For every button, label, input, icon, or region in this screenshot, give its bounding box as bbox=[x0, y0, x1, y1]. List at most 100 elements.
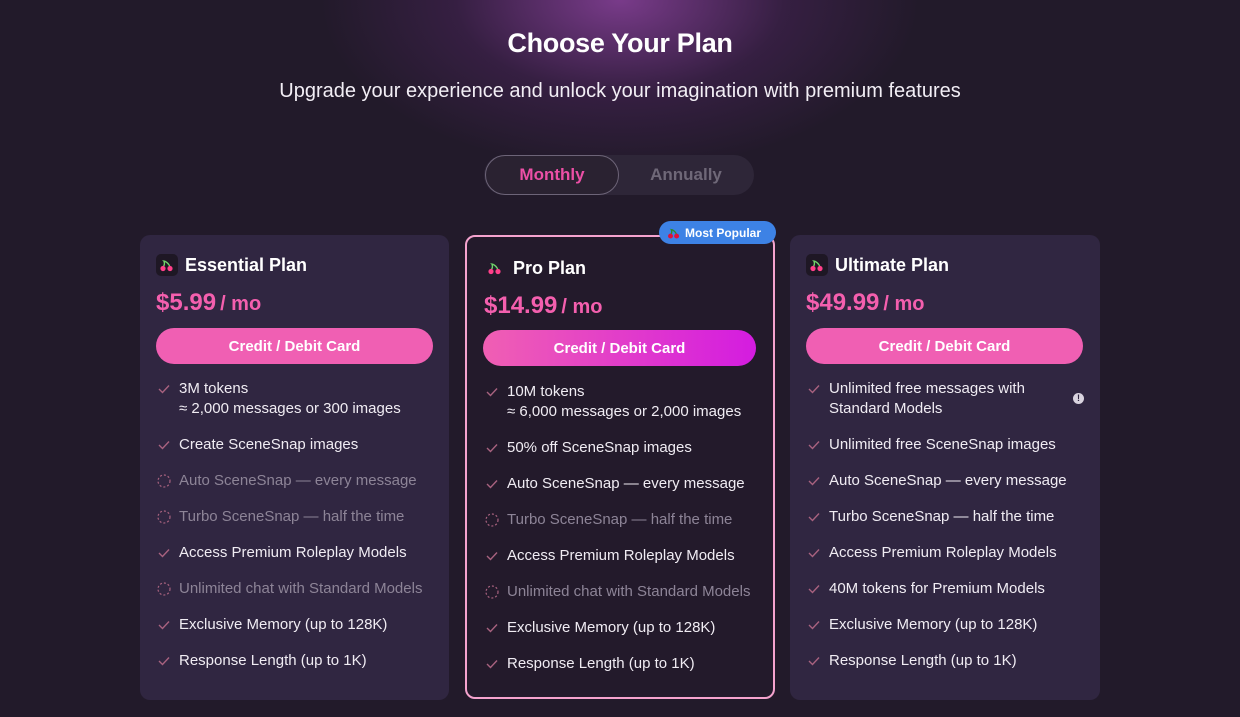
plan-header: Ultimate Plan bbox=[806, 253, 949, 277]
price-amount: $14.99 bbox=[484, 292, 558, 319]
feature-line: Unlimited free messages with bbox=[829, 380, 1025, 397]
feature-item: Access Premium Roleplay Models bbox=[484, 546, 768, 566]
feature-line: Auto SceneSnap — every message bbox=[829, 472, 1067, 489]
cherry-icon bbox=[806, 254, 828, 276]
check-icon bbox=[484, 654, 500, 674]
dashed-circle-icon bbox=[484, 510, 500, 530]
feature-line: Auto SceneSnap — every message bbox=[179, 472, 417, 489]
feature-text: Unlimited chat with Standard Models bbox=[179, 579, 440, 599]
feature-item: Response Length (up to 1K) bbox=[156, 651, 440, 671]
credit-debit-card-button[interactable]: Credit / Debit Card bbox=[806, 328, 1083, 364]
feature-line: 40M tokens for Premium Models bbox=[829, 580, 1045, 597]
feature-text: Turbo SceneSnap — half the time bbox=[829, 507, 1090, 527]
feature-item: Response Length (up to 1K) bbox=[806, 651, 1090, 671]
feature-subline: ≈ 2,000 messages or 300 images bbox=[179, 400, 401, 417]
feature-line: Auto SceneSnap — every message bbox=[507, 475, 745, 492]
feature-item: Access Premium Roleplay Models bbox=[156, 543, 440, 563]
plan-card-ultimate: Ultimate Plan $49.99/ mo Credit / Debit … bbox=[790, 235, 1100, 700]
feature-text: Create SceneSnap images bbox=[179, 435, 440, 455]
feature-line: Unlimited free SceneSnap images bbox=[829, 436, 1056, 453]
price-amount: $49.99 bbox=[806, 289, 880, 316]
feature-item: Auto SceneSnap — every message bbox=[156, 471, 440, 491]
feature-text: Response Length (up to 1K) bbox=[179, 651, 440, 671]
plan-header: Pro Plan bbox=[484, 256, 586, 280]
feature-item: Turbo SceneSnap — half the time bbox=[484, 510, 768, 530]
billing-option-monthly[interactable]: Monthly bbox=[485, 155, 619, 195]
most-popular-badge: Most Popular bbox=[659, 221, 776, 244]
feature-list: 10M tokens ≈ 6,000 messages or 2,000 imag… bbox=[484, 382, 768, 690]
plan-price: $5.99/ mo bbox=[156, 289, 261, 317]
feature-line: Turbo SceneSnap — half the time bbox=[829, 508, 1055, 525]
feature-item: Turbo SceneSnap — half the time bbox=[156, 507, 440, 527]
feature-subline: ≈ 6,000 messages or 2,000 images bbox=[507, 403, 742, 420]
feature-line: 3M tokens bbox=[179, 380, 249, 397]
feature-item: 40M tokens for Premium Models bbox=[806, 579, 1090, 599]
plan-card-pro: Pro Plan $14.99/ mo Credit / Debit Card … bbox=[465, 235, 775, 699]
feature-list: Unlimited free messages with Standard Mod… bbox=[806, 379, 1090, 687]
check-icon bbox=[806, 435, 822, 455]
feature-text: 10M tokens ≈ 6,000 messages or 2,000 imag… bbox=[507, 382, 768, 422]
feature-line: Access Premium Roleplay Models bbox=[829, 544, 1057, 561]
feature-line: Exclusive Memory (up to 128K) bbox=[179, 616, 388, 633]
check-icon bbox=[484, 546, 500, 566]
plan-price: $49.99/ mo bbox=[806, 289, 925, 317]
feature-item: Exclusive Memory (up to 128K) bbox=[806, 615, 1090, 635]
pricing-page: Choose Your Plan Upgrade your experience… bbox=[0, 0, 1240, 717]
feature-subline: Standard Models bbox=[829, 400, 943, 417]
feature-item: Create SceneSnap images bbox=[156, 435, 440, 455]
feature-text: Response Length (up to 1K) bbox=[829, 651, 1090, 671]
feature-item: Unlimited free SceneSnap images bbox=[806, 435, 1090, 455]
price-period: / mo bbox=[561, 296, 603, 318]
feature-item: Access Premium Roleplay Models bbox=[806, 543, 1090, 563]
feature-text: Auto SceneSnap — every message bbox=[179, 471, 440, 491]
credit-debit-card-button[interactable]: Credit / Debit Card bbox=[483, 330, 756, 366]
plan-card-essential: Essential Plan $5.99/ mo Credit / Debit … bbox=[140, 235, 449, 700]
check-icon bbox=[156, 379, 172, 399]
feature-text: 3M tokens ≈ 2,000 messages or 300 images bbox=[179, 379, 440, 419]
feature-text: Response Length (up to 1K) bbox=[507, 654, 768, 674]
check-icon bbox=[156, 615, 172, 635]
check-icon bbox=[484, 618, 500, 638]
feature-text: Turbo SceneSnap — half the time bbox=[179, 507, 440, 527]
price-period: / mo bbox=[220, 293, 262, 315]
feature-line: Response Length (up to 1K) bbox=[507, 655, 695, 672]
price-period: / mo bbox=[883, 293, 925, 315]
feature-line: Exclusive Memory (up to 128K) bbox=[829, 616, 1038, 633]
check-icon bbox=[484, 382, 500, 402]
dashed-circle-icon bbox=[156, 471, 172, 491]
feature-text: Exclusive Memory (up to 128K) bbox=[829, 615, 1090, 635]
feature-line: 50% off SceneSnap images bbox=[507, 439, 692, 456]
feature-text: Auto SceneSnap — every message bbox=[507, 474, 768, 494]
feature-text: 50% off SceneSnap images bbox=[507, 438, 768, 458]
check-icon bbox=[484, 474, 500, 494]
plan-header: Essential Plan bbox=[156, 253, 307, 277]
feature-line: Response Length (up to 1K) bbox=[179, 652, 367, 669]
feature-line: Exclusive Memory (up to 128K) bbox=[507, 619, 716, 636]
feature-line: Turbo SceneSnap — half the time bbox=[179, 508, 405, 525]
feature-text: 40M tokens for Premium Models bbox=[829, 579, 1090, 599]
feature-line: Access Premium Roleplay Models bbox=[507, 547, 735, 564]
check-icon bbox=[806, 543, 822, 563]
feature-item: Auto SceneSnap — every message bbox=[806, 471, 1090, 491]
feature-item: Unlimited free messages with Standard Mod… bbox=[806, 379, 1090, 419]
feature-text: Unlimited free messages with Standard Mod… bbox=[829, 379, 1090, 419]
badge-label: Most Popular bbox=[685, 225, 762, 240]
check-icon bbox=[156, 651, 172, 671]
check-icon bbox=[806, 507, 822, 527]
plan-name: Ultimate Plan bbox=[835, 254, 950, 275]
feature-item: 50% off SceneSnap images bbox=[484, 438, 768, 458]
info-icon[interactable]: ! bbox=[1073, 393, 1084, 404]
credit-debit-card-button[interactable]: Credit / Debit Card bbox=[156, 328, 433, 364]
feature-line: Unlimited chat with Standard Models bbox=[507, 583, 751, 600]
feature-item: Auto SceneSnap — every message bbox=[484, 474, 768, 494]
feature-line: Unlimited chat with Standard Models bbox=[179, 580, 423, 597]
plan-name: Essential Plan bbox=[185, 254, 308, 275]
feature-item: Response Length (up to 1K) bbox=[484, 654, 768, 674]
feature-line: Turbo SceneSnap — half the time bbox=[507, 511, 733, 528]
dashed-circle-icon bbox=[156, 507, 172, 527]
feature-line: Response Length (up to 1K) bbox=[829, 652, 1017, 669]
billing-option-annually[interactable]: Annually bbox=[620, 155, 752, 195]
feature-item: Exclusive Memory (up to 128K) bbox=[156, 615, 440, 635]
check-icon bbox=[806, 579, 822, 599]
feature-text: Exclusive Memory (up to 128K) bbox=[179, 615, 440, 635]
